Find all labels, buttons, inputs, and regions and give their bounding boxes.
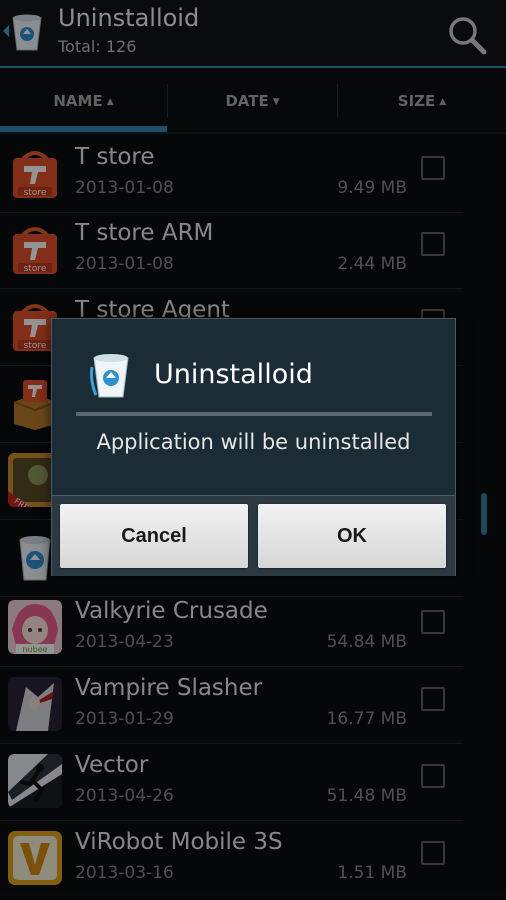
dialog-message: Application will be uninstalled — [96, 430, 411, 454]
dialog-title: Uninstalloid — [154, 359, 313, 390]
dialog-divider — [76, 412, 432, 416]
ok-button[interactable]: OK — [258, 504, 446, 568]
recycle-bin-icon — [90, 354, 129, 398]
dialog-button-bar: Cancel OK — [52, 495, 455, 576]
uninstall-dialog: Uninstalloid Application will be uninsta… — [51, 318, 456, 576]
cancel-button[interactable]: Cancel — [60, 504, 248, 568]
